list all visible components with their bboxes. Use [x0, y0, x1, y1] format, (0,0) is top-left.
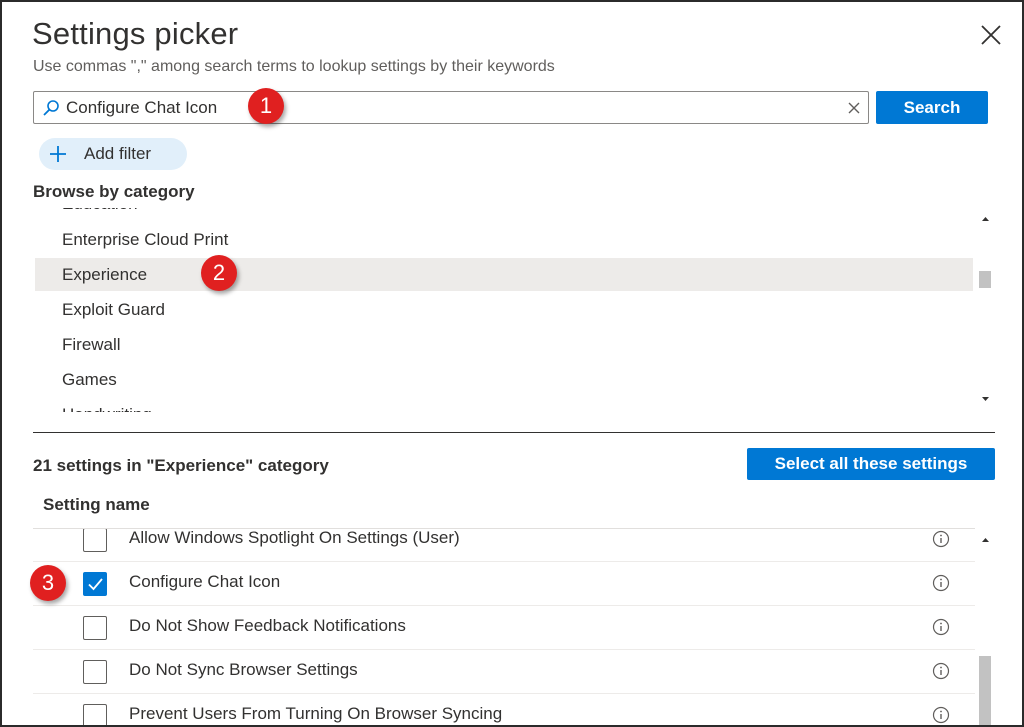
info-icon[interactable]: [932, 662, 950, 680]
setting-row: Allow Windows Spotlight On Settings (Use…: [33, 518, 975, 562]
dialog-title: Settings picker: [32, 16, 239, 51]
setting-checkbox[interactable]: [83, 616, 107, 640]
setting-name: Do Not Sync Browser Settings: [129, 660, 358, 679]
category-item-education[interactable]: Education: [35, 208, 973, 220]
category-scrollbar[interactable]: [977, 208, 994, 412]
setting-checkbox[interactable]: [83, 528, 107, 552]
category-list: Education Enterprise Cloud Print Experie…: [33, 208, 975, 412]
checkmark-icon: [86, 575, 104, 593]
search-icon: [42, 99, 60, 117]
step-badge-1: 1: [248, 88, 284, 124]
setting-name-column-header: Setting name: [43, 495, 150, 514]
setting-checkbox[interactable]: [83, 660, 107, 684]
select-all-button[interactable]: Select all these settings: [747, 448, 995, 480]
scroll-down-icon[interactable]: [977, 391, 994, 407]
search-box: [33, 91, 869, 124]
scroll-up-icon[interactable]: [977, 211, 994, 227]
settings-list: Allow Windows Spotlight On Settings (Use…: [33, 518, 975, 725]
close-icon[interactable]: [978, 22, 1004, 48]
setting-row: Configure Chat Icon: [33, 562, 975, 606]
category-item-handwriting[interactable]: Handwriting: [35, 398, 973, 412]
category-scroll-thumb[interactable]: [979, 271, 991, 288]
add-filter-label: Add filter: [84, 144, 152, 163]
setting-name: Do Not Show Feedback Notifications: [129, 616, 406, 635]
settings-count-label: 21 settings in "Experience" category: [33, 456, 329, 475]
setting-row: Do Not Sync Browser Settings: [33, 650, 975, 694]
dialog-subtitle: Use commas "," among search terms to loo…: [33, 58, 555, 75]
setting-name: Allow Windows Spotlight On Settings (Use…: [129, 528, 460, 547]
settings-picker-dialog: Settings picker Use commas "," among sea…: [0, 0, 1024, 727]
settings-scroll-thumb[interactable]: [979, 656, 991, 725]
category-item-exploit-guard[interactable]: Exploit Guard: [35, 293, 973, 326]
setting-checkbox[interactable]: [83, 704, 107, 725]
info-icon[interactable]: [932, 574, 950, 592]
plus-icon: [49, 145, 67, 163]
setting-name: Configure Chat Icon: [129, 572, 281, 591]
category-item-firewall[interactable]: Firewall: [35, 328, 973, 361]
info-icon[interactable]: [932, 706, 950, 724]
step-badge-2: 2: [201, 255, 237, 291]
section-divider: [33, 432, 995, 433]
category-item-experience[interactable]: Experience: [35, 258, 973, 291]
step-badge-3: 3: [30, 565, 66, 601]
settings-scrollbar[interactable]: [977, 529, 994, 725]
category-item-games[interactable]: Games: [35, 363, 973, 396]
info-icon[interactable]: [932, 618, 950, 636]
setting-row: Do Not Show Feedback Notifications: [33, 606, 975, 650]
setting-checkbox[interactable]: [83, 572, 107, 596]
setting-name: Prevent Users From Turning On Browser Sy…: [129, 704, 503, 723]
search-button[interactable]: Search: [876, 91, 988, 124]
info-icon[interactable]: [932, 530, 950, 548]
category-item-enterprise-cloud-print[interactable]: Enterprise Cloud Print: [35, 223, 973, 256]
add-filter-button[interactable]: Add filter: [39, 138, 187, 170]
clear-search-icon[interactable]: [846, 100, 862, 116]
setting-row: Prevent Users From Turning On Browser Sy…: [33, 694, 975, 725]
column-header-underline: [33, 528, 975, 529]
scroll-up-icon[interactable]: [977, 532, 994, 548]
search-input[interactable]: [66, 96, 836, 120]
browse-category-label: Browse by category: [33, 182, 195, 201]
